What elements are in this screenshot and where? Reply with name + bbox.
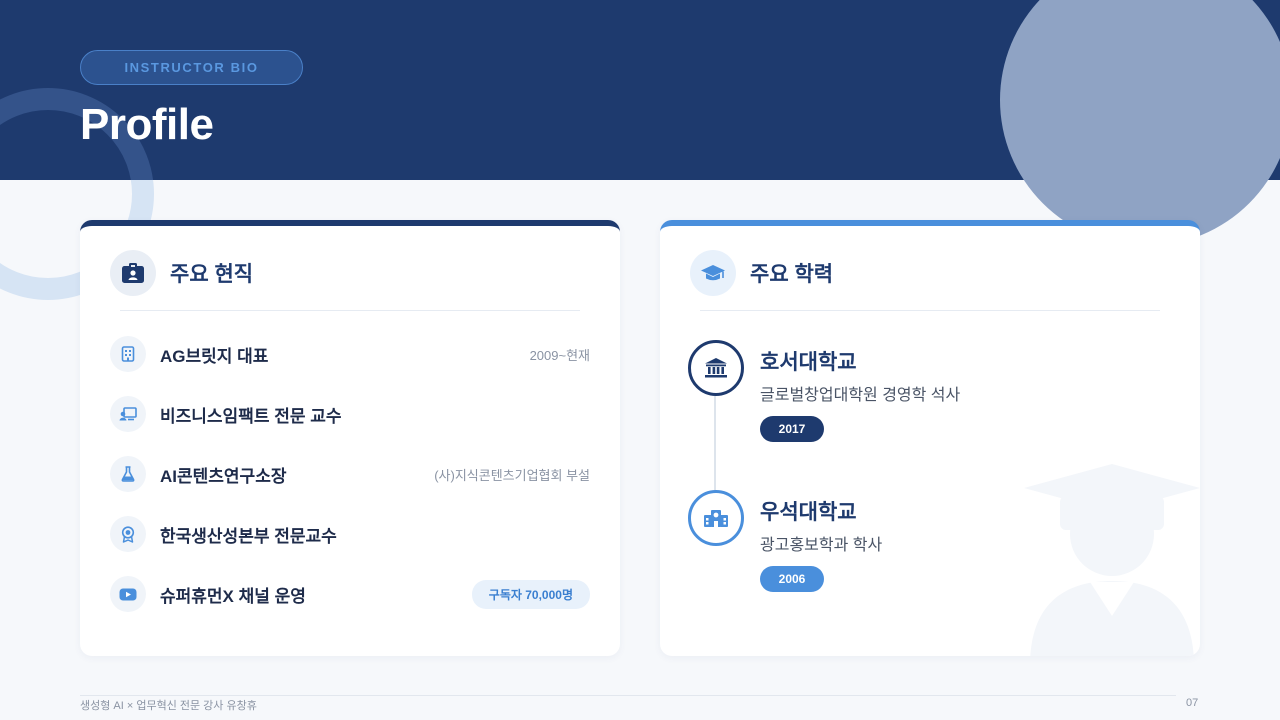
decorative-circle <box>1000 0 1280 180</box>
school-name: 호서대학교 <box>760 351 857 374</box>
header-banner: INSTRUCTOR BIO Profile <box>0 0 1280 180</box>
card-header: 주요 현직 <box>110 250 253 296</box>
school-name: 우석대학교 <box>760 501 857 524</box>
page-title: Profile <box>80 100 214 149</box>
award-icon <box>110 516 146 552</box>
year-badge: 2017 <box>760 416 824 442</box>
page-number: 07 <box>1186 697 1199 709</box>
job-period: 2009~현재 <box>529 347 590 363</box>
flask-icon <box>110 456 146 492</box>
school-icon <box>688 490 744 546</box>
job-affiliation: (사)지식콘텐츠기업협회 부설 <box>434 467 590 483</box>
card-title: 주요 학력 <box>750 263 834 286</box>
card-header: 주요 학력 <box>690 250 833 296</box>
university-icon <box>688 340 744 396</box>
subscriber-badge: 구독자 70,000명 <box>471 579 590 609</box>
presentation-icon <box>110 396 146 432</box>
list-item: 한국생산성본부 전문교수 <box>110 516 590 552</box>
degree-description: 글로벌창업대학원 경영학 석사 <box>760 387 961 404</box>
id-badge-icon <box>110 250 156 296</box>
job-title: 한국생산성본부 전문교수 <box>160 526 337 546</box>
building-icon <box>110 336 146 372</box>
list-item: AI콘텐츠연구소장 (사)지식콘텐츠기업협회 부설 <box>110 456 590 492</box>
job-title: 슈퍼휴먼X 채널 운영 <box>160 586 306 606</box>
list-item: 슈퍼휴먼X 채널 운영 구독자 70,000명 <box>110 576 590 612</box>
graduate-watermark-icon <box>1024 464 1200 656</box>
divider <box>700 310 1160 311</box>
card-title: 주요 현직 <box>170 263 254 286</box>
footer-caption: 생성형 AI × 업무혁신 전문 강사 유창휴 <box>80 700 257 712</box>
section-eyebrow: INSTRUCTOR BIO <box>80 50 303 85</box>
current-positions-card: 주요 현직 AG브릿지 대표 2009~현재 비즈니스임팩트 전문 교수 AI콘… <box>80 220 620 656</box>
degree-description: 광고홍보학과 학사 <box>760 537 883 554</box>
divider <box>120 310 580 311</box>
youtube-icon <box>110 576 146 612</box>
list-item: AG브릿지 대표 2009~현재 <box>110 336 590 372</box>
graduation-cap-icon <box>690 250 736 296</box>
footer-divider <box>80 695 1176 696</box>
education-card: 주요 학력 호서대학교 글로벌창업대학원 경영학 석사 2017 우석대학교 광… <box>660 220 1200 656</box>
year-badge: 2006 <box>760 566 824 592</box>
job-title: AI콘텐츠연구소장 <box>160 466 287 486</box>
list-item: 비즈니스임팩트 전문 교수 <box>110 396 590 432</box>
job-title: 비즈니스임팩트 전문 교수 <box>160 406 342 426</box>
job-title: AG브릿지 대표 <box>160 346 269 366</box>
